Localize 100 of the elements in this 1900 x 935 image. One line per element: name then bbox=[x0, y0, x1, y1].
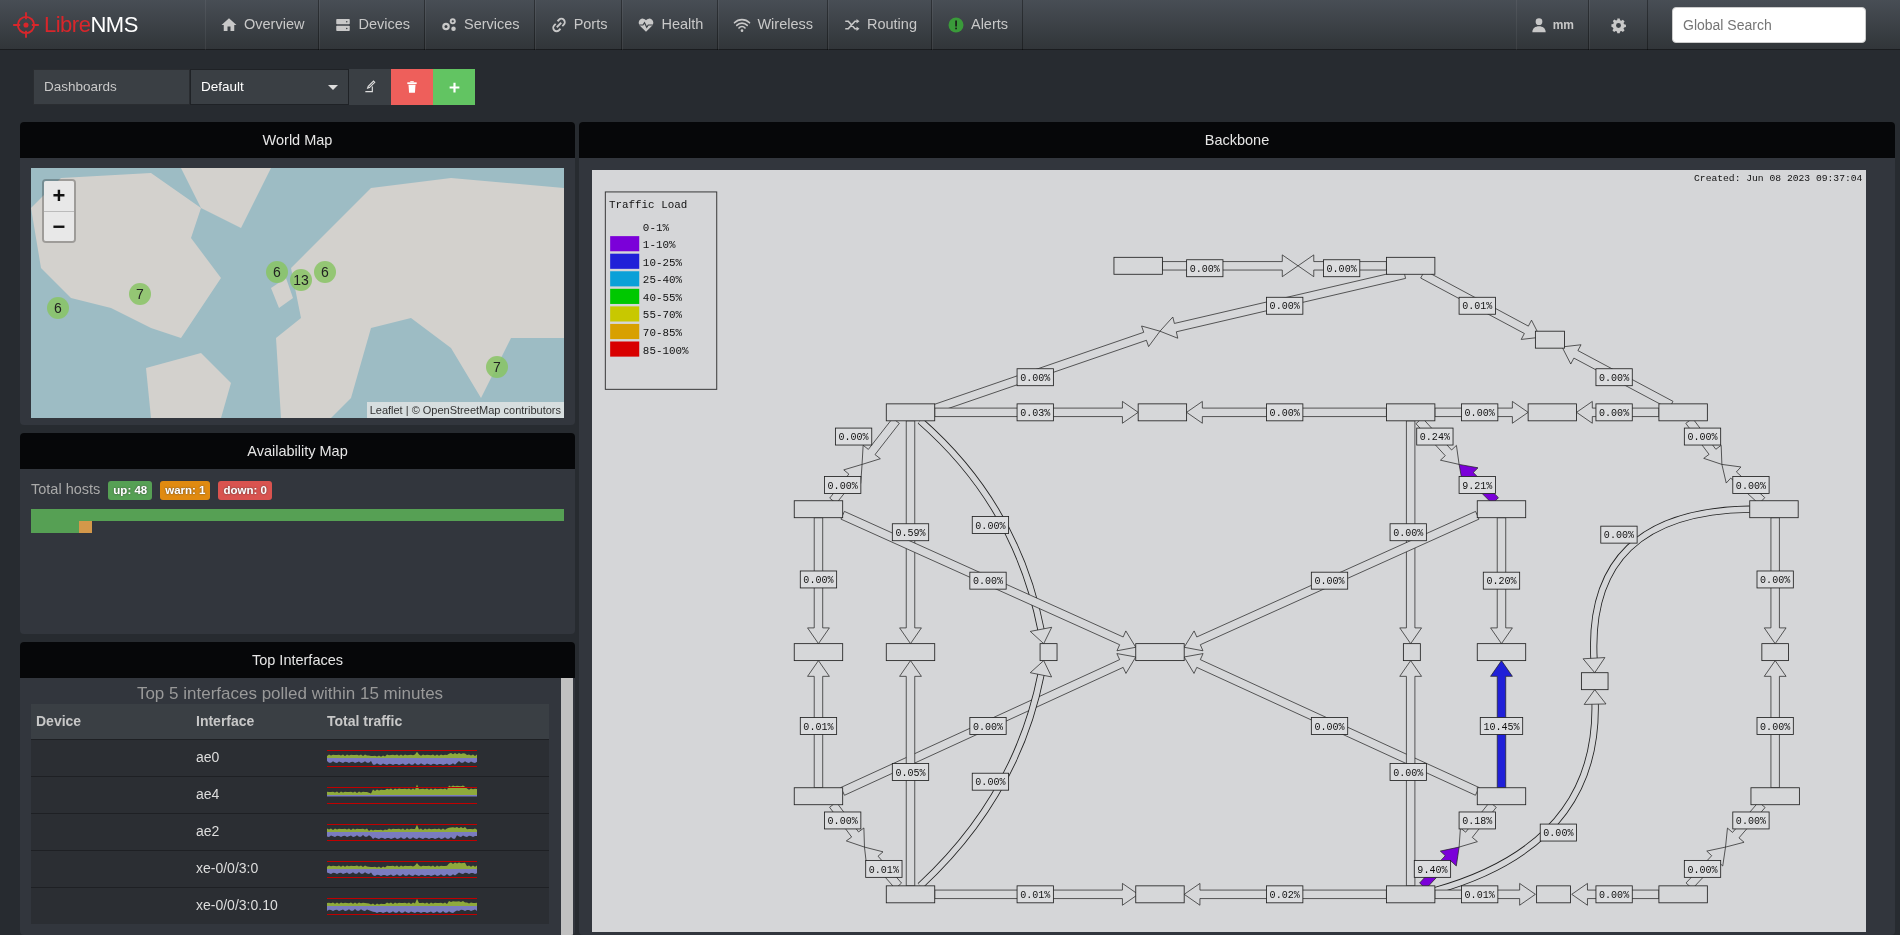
link-label: 0.00% bbox=[1389, 763, 1427, 781]
node-box bbox=[1658, 885, 1708, 904]
nav-link[interactable]: Wireless bbox=[718, 0, 828, 50]
node-box bbox=[1135, 885, 1185, 904]
total-hosts-label: Total hosts bbox=[31, 480, 101, 500]
link-label: 0.00% bbox=[1539, 823, 1577, 842]
link-label: 0.18% bbox=[1458, 811, 1496, 830]
link-label: 0.00% bbox=[1595, 885, 1633, 904]
link-label: 0.05% bbox=[891, 763, 930, 781]
host-tile[interactable] bbox=[79, 521, 92, 534]
created-timestamp: Created: Jun 08 2023 09:37:04 bbox=[1694, 173, 1863, 185]
cluster-marker[interactable]: 6 bbox=[47, 297, 69, 319]
node-box bbox=[1761, 643, 1789, 662]
dashboards-label: Dashboards bbox=[33, 69, 190, 105]
nav-link[interactable]: Services bbox=[425, 0, 535, 50]
zoom-out-button[interactable]: − bbox=[44, 211, 74, 241]
link-label: 0.02% bbox=[1266, 885, 1304, 904]
link-label: 0.00% bbox=[1732, 476, 1770, 494]
cluster-marker[interactable]: 6 bbox=[266, 261, 288, 283]
leaflet-link[interactable]: Leaflet bbox=[369, 403, 403, 416]
link-label: 0.00% bbox=[969, 571, 1007, 590]
link-label: 0.00% bbox=[799, 570, 838, 589]
dashboard-select[interactable]: Default bbox=[190, 69, 349, 105]
wifi-icon bbox=[733, 16, 752, 34]
user-icon bbox=[1530, 17, 1547, 33]
legend-label: 70-85% bbox=[642, 327, 683, 340]
nav-link[interactable]: Routing bbox=[828, 0, 932, 50]
link-label: 9.21% bbox=[1458, 476, 1496, 494]
zoom-in-button[interactable]: + bbox=[44, 181, 74, 211]
table-cell: ae4 bbox=[191, 776, 322, 814]
node-box bbox=[1386, 256, 1436, 275]
link-label: 0.20% bbox=[1482, 571, 1521, 590]
legend-label: 55-70% bbox=[642, 309, 683, 322]
cluster-marker[interactable]: 7 bbox=[486, 356, 508, 378]
link-label: 0.00% bbox=[824, 811, 862, 830]
edit-button[interactable] bbox=[349, 69, 391, 105]
nav-link[interactable]: Alerts bbox=[931, 0, 1024, 50]
node-box bbox=[1386, 403, 1436, 422]
node-box bbox=[1476, 787, 1527, 806]
node-box bbox=[1527, 403, 1577, 422]
legend-label: 10-25% bbox=[642, 256, 683, 269]
link-label: 0.00% bbox=[1310, 571, 1349, 590]
node-box bbox=[1386, 885, 1436, 904]
nav-link[interactable]: Devices bbox=[319, 0, 425, 50]
user-menu[interactable]: mm bbox=[1515, 0, 1589, 50]
link-label: 0.24% bbox=[1416, 427, 1454, 446]
node-box bbox=[1749, 500, 1799, 519]
column-header: Total traffic bbox=[322, 703, 549, 740]
link-label: 0.00% bbox=[1266, 403, 1304, 422]
nav-link[interactable]: Health bbox=[622, 0, 719, 50]
node-box bbox=[1039, 643, 1058, 662]
link-label: 9.40% bbox=[1413, 860, 1452, 878]
scrollbar[interactable] bbox=[560, 677, 573, 935]
link-label: 0.00% bbox=[1016, 368, 1054, 387]
global-search-field[interactable]: Global Search bbox=[1672, 6, 1866, 43]
node-box bbox=[1113, 256, 1163, 275]
link-label: 0.00% bbox=[1732, 811, 1770, 830]
link-icon bbox=[549, 16, 568, 34]
home-icon bbox=[220, 16, 238, 34]
node-box bbox=[793, 643, 844, 662]
settings-icon bbox=[1610, 16, 1627, 34]
link-label: 10.45% bbox=[1479, 717, 1524, 735]
link-label: 0.00% bbox=[1266, 296, 1304, 315]
node-box bbox=[1534, 330, 1565, 349]
link-label: 0.00% bbox=[1756, 717, 1794, 735]
node-box bbox=[1581, 672, 1609, 691]
cluster-marker[interactable]: 13 bbox=[290, 269, 312, 291]
delete-button[interactable] bbox=[391, 69, 433, 105]
nav-link[interactable]: Overview bbox=[205, 0, 320, 50]
link-label: 0.00% bbox=[1756, 570, 1794, 589]
settings-button[interactable] bbox=[1589, 0, 1648, 50]
caret-icon bbox=[328, 84, 338, 90]
status-badge: down: 0 bbox=[218, 480, 272, 500]
panel-title: Availability Map bbox=[20, 433, 575, 470]
legend-label: 40-55% bbox=[642, 291, 683, 304]
legend-label: 1-10% bbox=[642, 239, 676, 252]
node-box bbox=[1750, 787, 1800, 806]
openstreetmap-link[interactable]: OpenStreetMap bbox=[422, 403, 501, 416]
link-label: 0.01% bbox=[1461, 885, 1499, 904]
nav-link[interactable]: Ports bbox=[534, 0, 623, 50]
column-header: Device bbox=[31, 703, 191, 740]
node-box bbox=[885, 885, 936, 904]
table-cell: xe-0/0/3:0.10 bbox=[191, 887, 322, 925]
link-label: 0.00% bbox=[1595, 368, 1633, 387]
link-label: 0.00% bbox=[1389, 523, 1427, 542]
link-label: 0.00% bbox=[835, 427, 873, 446]
edit-icon bbox=[363, 80, 377, 94]
node-box bbox=[1658, 403, 1708, 422]
node-box bbox=[885, 403, 936, 422]
node-box bbox=[1137, 403, 1188, 422]
node-box bbox=[1135, 643, 1185, 662]
link-label: 0.00% bbox=[1683, 860, 1722, 878]
plus-icon bbox=[447, 80, 461, 94]
node-box bbox=[1536, 885, 1571, 904]
link-label: 0.03% bbox=[1016, 403, 1054, 422]
node-box bbox=[1476, 500, 1527, 519]
node-box bbox=[793, 500, 844, 519]
node-box bbox=[885, 643, 936, 662]
link-label: 0.01% bbox=[865, 860, 903, 878]
table-heading: Top 5 interfaces polled within 15 minutes bbox=[135, 683, 445, 704]
